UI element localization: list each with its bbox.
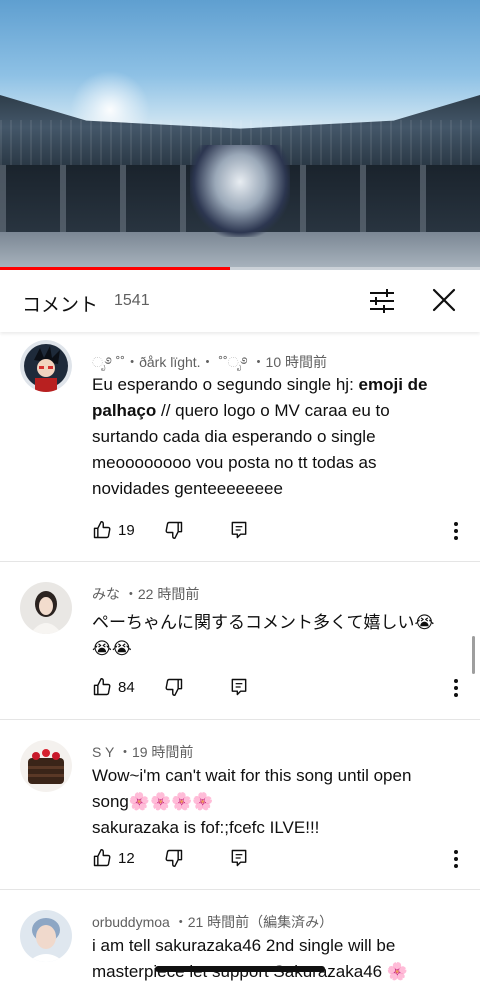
reply-icon[interactable] (229, 848, 249, 868)
like-count: 84 (118, 679, 135, 696)
comment-item: S Y ・19 時間前 Wow~i'm can't wait for this … (0, 720, 480, 890)
comment-time: ・22 時間前 (123, 586, 200, 602)
avatar[interactable] (20, 340, 72, 392)
comment-author[interactable]: orbuddymoa (92, 914, 170, 930)
more-vert-icon[interactable] (450, 520, 462, 542)
scrollbar[interactable] (472, 636, 475, 674)
tune-icon (370, 289, 394, 313)
reply-icon[interactable] (229, 677, 249, 697)
comment-text: Eu esperando o segundo single hj: emoji … (92, 372, 452, 502)
comment-actions: 84 (92, 677, 472, 701)
comment-actions: 19 (92, 520, 472, 544)
dancers-group (190, 145, 290, 237)
comments-header: コメント 1541 (0, 270, 480, 332)
comment-author[interactable]: ೃ࿔ ˚˚・ðårk lïght.・ ˚˚ೃ࿔ (92, 354, 248, 370)
thumb-down-icon[interactable] (164, 848, 184, 868)
video-player[interactable] (0, 0, 480, 270)
thumb-up-icon[interactable] (92, 677, 112, 697)
avatar[interactable] (20, 740, 72, 792)
home-indicator[interactable] (155, 966, 325, 972)
thumb-up-icon[interactable] (92, 520, 112, 540)
comment-text: i am tell sakurazaka46 2nd single will b… (92, 936, 408, 981)
comment-item: みな ・22 時間前 ペーちゃんに関するコメント多くて嬉しい😭😭😭 84 (0, 562, 480, 719)
close-icon (432, 288, 456, 312)
comment-time: ・10 時間前 (251, 354, 327, 370)
close-comments-button[interactable] (426, 284, 462, 318)
thumb-up-icon[interactable] (92, 848, 112, 868)
comment-text: ペーちゃんに関するコメント多くて嬉しい😭😭😭 (92, 613, 435, 658)
comments-count: 1541 (114, 292, 150, 309)
comment-text-line: sakurazaka is fof:;fcefc ILVE!!! (92, 818, 320, 837)
comment-time: ・19 時間前 (117, 744, 194, 760)
stone-courtyard (0, 232, 480, 270)
thumb-down-icon[interactable] (164, 520, 184, 540)
like-count: 19 (118, 522, 135, 539)
comment-text-part: Eu esperando o segundo single hj: (92, 375, 359, 394)
more-vert-icon[interactable] (450, 677, 462, 699)
avatar[interactable] (20, 582, 72, 634)
sort-filter-button[interactable] (364, 284, 400, 318)
comment-item: ೃ࿔ ˚˚・ðårk lïght.・ ˚˚ೃ࿔ ・10 時間前 Eu esper… (0, 332, 480, 562)
comment-text-line: Wow~i'm can't wait for this song until o… (92, 766, 412, 811)
comment-text: Wow~i'm can't wait for this song until o… (92, 763, 452, 841)
comment-author[interactable]: S Y (92, 744, 114, 760)
thumb-down-icon[interactable] (164, 677, 184, 697)
like-count: 12 (118, 850, 135, 867)
comment-actions: 12 (92, 848, 472, 872)
comments-title: コメント (22, 295, 99, 316)
comment-time: ・21 時間前（編集済み） (173, 914, 334, 930)
comment-author[interactable]: みな (92, 586, 120, 602)
more-vert-icon[interactable] (450, 848, 462, 870)
reply-icon[interactable] (229, 520, 249, 540)
avatar[interactable] (20, 910, 72, 962)
